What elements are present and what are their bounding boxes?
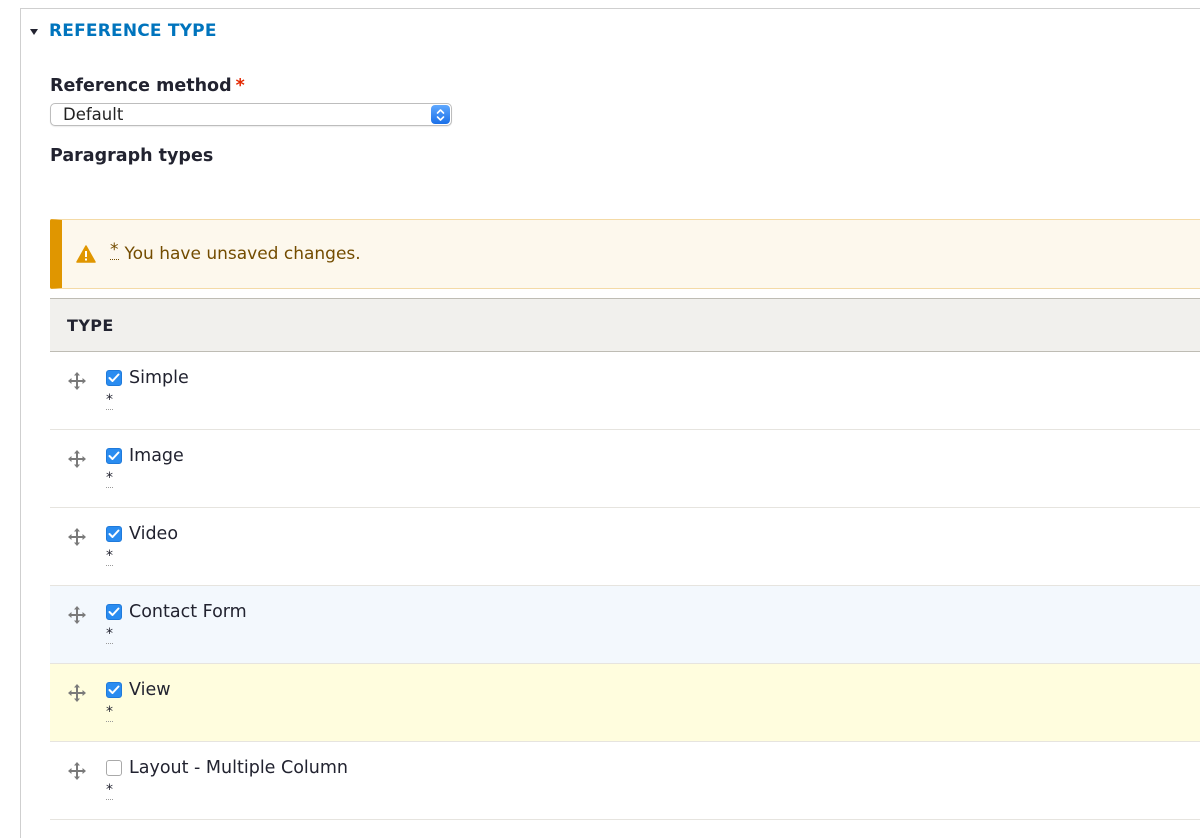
reference-type-summary[interactable]: REFERENCE TYPE: [30, 19, 217, 43]
checkbox-view[interactable]: [106, 682, 122, 698]
checkmark-icon: [108, 451, 120, 460]
paragraph-types-table: TYPE Simple * Image * Video * Contact Fo…: [50, 298, 1200, 820]
warning-message: You have unsaved changes.: [124, 244, 361, 264]
checkbox-image[interactable]: [106, 448, 122, 464]
type-label: Contact Form: [129, 602, 247, 622]
checkbox-contact-form[interactable]: [106, 604, 122, 620]
select-value: Default: [63, 105, 124, 124]
changed-marker: *: [106, 548, 113, 566]
table-row: Image *: [50, 430, 1200, 508]
unsaved-changes-warning: * You have unsaved changes.: [50, 219, 1200, 289]
reference-method-label: Reference method *: [50, 76, 245, 96]
paragraph-types-label: Paragraph types: [50, 146, 214, 166]
checkmark-icon: [108, 373, 120, 382]
reference-method-label-text: Reference method: [50, 76, 232, 96]
changed-marker: *: [106, 470, 113, 488]
checkmark-icon: [108, 685, 120, 694]
type-label: Simple: [129, 368, 189, 388]
table-row: View *: [50, 664, 1200, 742]
drag-handle-icon[interactable]: [67, 605, 87, 625]
changed-marker: *: [106, 704, 113, 722]
table-row: Contact Form *: [50, 586, 1200, 664]
triangle-down-icon: [30, 28, 38, 35]
table-row: Layout - Multiple Column *: [50, 742, 1200, 820]
drag-handle-icon[interactable]: [67, 527, 87, 547]
type-label: Video: [129, 524, 179, 544]
reference-method-select[interactable]: Default: [50, 103, 452, 126]
drag-handle-icon[interactable]: [67, 371, 87, 391]
drag-handle-icon[interactable]: [67, 449, 87, 469]
type-label: Layout - Multiple Column: [129, 758, 349, 778]
summary-title: REFERENCE TYPE: [49, 21, 217, 41]
warning-marker: *: [110, 240, 119, 260]
required-marker: *: [235, 76, 245, 96]
changed-marker: *: [106, 626, 113, 644]
table-row: Simple *: [50, 352, 1200, 430]
warning-icon: [76, 245, 96, 263]
checkmark-icon: [108, 607, 120, 616]
table-header-type: TYPE: [50, 298, 1200, 352]
type-label: View: [129, 680, 171, 700]
drag-handle-icon[interactable]: [67, 683, 87, 703]
table-row: Video *: [50, 508, 1200, 586]
checkbox-simple[interactable]: [106, 370, 122, 386]
changed-marker: *: [106, 392, 113, 410]
changed-marker: *: [106, 782, 113, 800]
checkbox-video[interactable]: [106, 526, 122, 542]
select-stepper-icon: [431, 105, 450, 124]
drag-handle-icon[interactable]: [67, 761, 87, 781]
checkbox-layout-multiple-column[interactable]: [106, 760, 122, 776]
checkmark-icon: [108, 529, 120, 538]
type-label: Image: [129, 446, 184, 466]
